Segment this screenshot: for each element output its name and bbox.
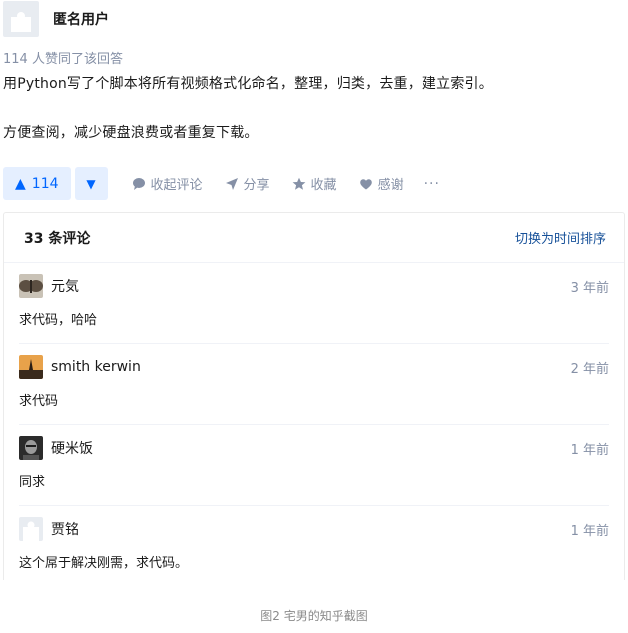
avatar[interactable] (19, 436, 43, 460)
upvote-summary[interactable]: 114 人赞同了该回答 (3, 48, 123, 67)
sunset-avatar-image (19, 355, 43, 379)
collapse-comments-label: 收起评论 (150, 178, 203, 193)
comment-item: 元気 3 年前 求代码，哈哈 (19, 274, 609, 328)
share-label: 分享 (243, 178, 270, 193)
commenter-name[interactable]: 贾铭 (51, 519, 79, 539)
triangle-up-icon: ▲ (15, 175, 26, 192)
thanks-button[interactable]: 感谢 (359, 174, 404, 193)
author-name[interactable]: 匿名用户 (53, 9, 109, 29)
paper-plane-icon (225, 177, 238, 190)
thanks-label: 感谢 (377, 178, 404, 193)
collapse-comments-button[interactable]: 收起评论 (132, 174, 203, 193)
favorite-button[interactable]: 收藏 (292, 174, 337, 193)
more-options-button[interactable]: ··· (424, 176, 440, 192)
favorite-label: 收藏 (310, 178, 337, 193)
comments-header: 33 条评论 切换为时间排序 (4, 213, 624, 263)
answer-paragraph: 方便查阅，减少硬盘浪费或者重复下载。 (3, 125, 259, 141)
moth-avatar-image (19, 274, 43, 298)
comment-item: smith kerwin 2 年前 求代码 (19, 355, 609, 409)
commenter-name[interactable]: smith kerwin (51, 359, 141, 375)
comment-divider (19, 343, 609, 344)
upvote-button[interactable]: ▲ 114 (3, 167, 71, 200)
star-icon (292, 177, 305, 190)
comment-text: 求代码 (19, 394, 59, 409)
avatar[interactable] (19, 517, 43, 541)
commenter-name[interactable]: 硬米饭 (51, 438, 93, 458)
comment-bubble-icon (132, 177, 145, 190)
sort-by-time-link[interactable]: 切换为时间排序 (515, 228, 606, 247)
answer-paragraph: 用Python写了个脚本将所有视频格式化命名，整理，归类，去重，建立索引。 (3, 76, 493, 92)
comment-time: 2 年前 (570, 361, 609, 377)
heart-icon (359, 178, 372, 189)
commenter-name[interactable]: 元気 (51, 276, 79, 296)
comments-panel: 33 条评论 切换为时间排序 元気 3 年前 求代码，哈哈 smith kerw… (3, 212, 625, 580)
triangle-down-icon: ▼ (86, 176, 96, 191)
answer-action-bar: ▲ 114 ▼ 收起评论 分享 收藏 感谢 ··· (3, 167, 440, 200)
comment-time: 3 年前 (570, 280, 609, 296)
person-silhouette-icon (23, 521, 39, 541)
comment-item: 贾铭 1 年前 这个屌于解决刚需，求代码。 (19, 517, 609, 571)
portrait-avatar-image (19, 436, 43, 460)
comment-time: 1 年前 (570, 442, 609, 458)
anonymous-avatar[interactable] (3, 1, 39, 37)
figure-caption: 图2 宅男的知乎截图 (260, 609, 368, 623)
comment-text: 同求 (19, 475, 46, 490)
avatar[interactable] (19, 355, 43, 379)
comments-count: 33 条评论 (24, 230, 91, 247)
answer-author: 匿名用户 (3, 0, 109, 38)
downvote-button[interactable]: ▼ (74, 167, 108, 200)
comment-divider (19, 505, 609, 506)
comment-item: 硬米饭 1 年前 同求 (19, 436, 609, 490)
comment-divider (19, 424, 609, 425)
share-button[interactable]: 分享 (225, 174, 270, 193)
comment-text: 求代码，哈哈 (19, 313, 98, 328)
avatar[interactable] (19, 274, 43, 298)
upvote-count: 114 (31, 175, 59, 192)
comment-time: 1 年前 (570, 523, 609, 539)
comment-text: 这个屌于解决刚需，求代码。 (19, 556, 189, 571)
person-silhouette-icon (11, 12, 31, 32)
